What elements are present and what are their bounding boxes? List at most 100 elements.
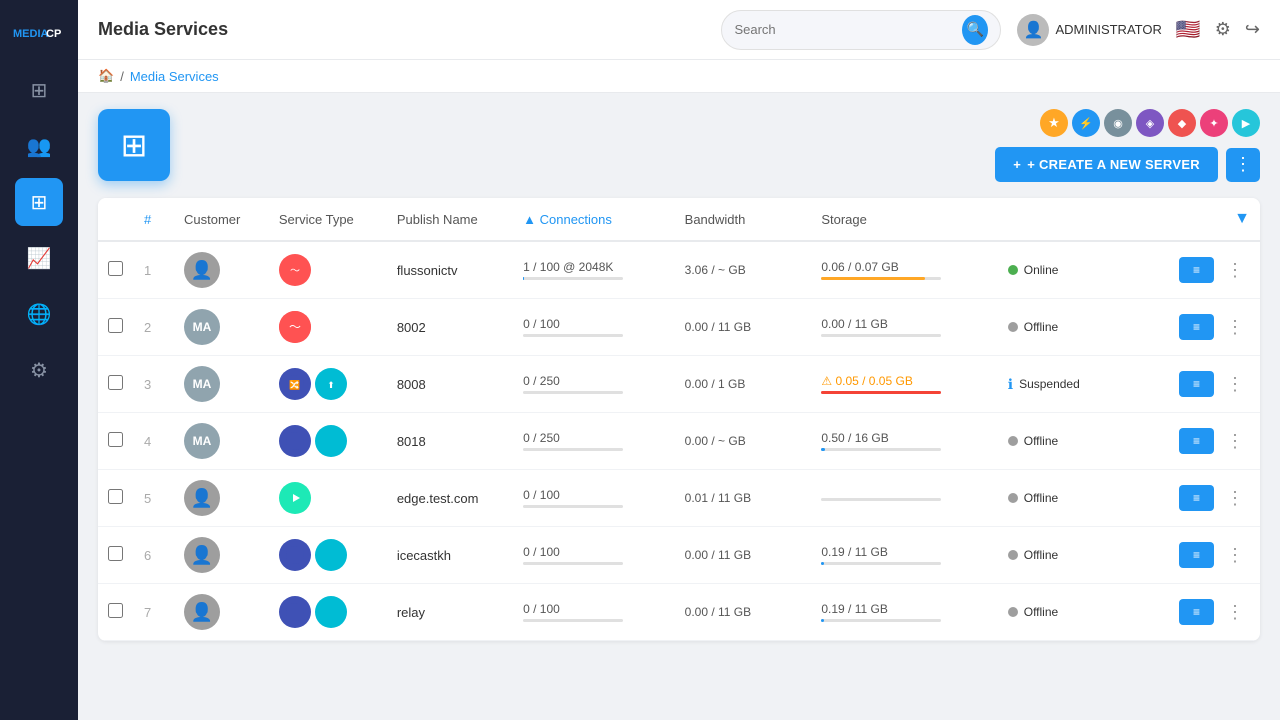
row-more-button[interactable]: ⋮ (1220, 541, 1250, 570)
search-button[interactable]: 🔍 (962, 15, 988, 45)
sidebar-item-dashboard[interactable]: ⊞ (15, 66, 63, 114)
svc-circle-7[interactable]: ▶ (1232, 109, 1260, 137)
waveform-badge: 〜 (279, 311, 311, 343)
app-logo[interactable]: MEDIA CP (13, 10, 65, 48)
row-actions: ≡ ⋮ (1147, 356, 1260, 413)
svc-circle-3[interactable]: ◉ (1104, 109, 1132, 137)
breadcrumb-home[interactable]: 🏠 (98, 68, 114, 84)
detail-button[interactable]: ≡ (1179, 428, 1214, 454)
row-bandwidth: 0.01 / 11 GB (675, 470, 812, 527)
search-input[interactable] (734, 22, 954, 37)
sidebar-item-analytics[interactable]: 📈 (15, 234, 63, 282)
row-customer: MA (174, 413, 269, 470)
row-customer: 👤 (174, 527, 269, 584)
storage-wrap: ⚠ 0.05 / 0.05 GB (821, 374, 987, 394)
row-checkbox-cell (98, 413, 134, 470)
svc-circle-2[interactable]: ⚡ (1072, 109, 1100, 137)
network-badge (279, 425, 311, 457)
detail-button[interactable]: ≡ (1179, 371, 1214, 397)
filter-icon[interactable]: ▼ (1234, 210, 1250, 227)
detail-button[interactable]: ≡ (1179, 485, 1214, 511)
status-text: Suspended (1019, 377, 1080, 391)
col-actions-header: ▼ (1147, 198, 1260, 241)
row-checkbox[interactable] (108, 261, 123, 276)
svc-circle-1[interactable]: ★ (1040, 109, 1068, 137)
row-customer: 👤 (174, 470, 269, 527)
row-publish-name: 8018 (387, 413, 513, 470)
row-checkbox[interactable] (108, 546, 123, 561)
row-status: Offline (998, 527, 1147, 584)
row-checkbox[interactable] (108, 375, 123, 390)
status-dot (1008, 493, 1018, 503)
row-checkbox[interactable] (108, 432, 123, 447)
row-num: 3 (134, 356, 174, 413)
row-bandwidth: 3.06 / ~ GB (675, 241, 812, 299)
customer-avatar: MA (184, 423, 220, 459)
svc-circle-4[interactable]: ◈ (1136, 109, 1164, 137)
col-bandwidth-header: Bandwidth (675, 198, 812, 241)
row-more-button[interactable]: ⋮ (1220, 256, 1250, 285)
row-bandwidth: 0.00 / ~ GB (675, 413, 812, 470)
settings-icon[interactable]: ⚙ (1215, 19, 1231, 40)
logout-icon[interactable]: ↪ (1245, 19, 1260, 40)
connections-bar: 0 / 100 (523, 602, 665, 622)
svc-circle-2-icon: ⚡ (1079, 117, 1093, 130)
row-connections: 0 / 100 (513, 299, 675, 356)
storage-wrap (821, 495, 987, 501)
detail-button[interactable]: ≡ (1179, 599, 1214, 625)
row-checkbox[interactable] (108, 318, 123, 333)
sidebar-item-media-services[interactable]: ⊞ (15, 178, 63, 226)
create-server-button[interactable]: + + CREATE A NEW SERVER (995, 147, 1218, 182)
topbar-actions: 👤 ADMINISTRATOR 🇺🇸 ⚙ ↪ (1017, 14, 1260, 46)
status-dot (1008, 550, 1018, 560)
svc-circle-6[interactable]: ✦ (1200, 109, 1228, 137)
row-checkbox[interactable] (108, 603, 123, 618)
sidebar-item-users[interactable]: 👥 (15, 122, 63, 170)
row-customer: MA (174, 299, 269, 356)
svc-circle-5[interactable]: ◆ (1168, 109, 1196, 137)
row-more-button[interactable]: ⋮ (1220, 484, 1250, 513)
row-actions: ≡ ⋮ (1147, 413, 1260, 470)
detail-button[interactable]: ≡ (1179, 257, 1214, 283)
row-checkbox[interactable] (108, 489, 123, 504)
service-icon: ⊞ (121, 126, 148, 164)
row-actions: ≡ ⋮ (1147, 527, 1260, 584)
status-badge: Offline (1008, 434, 1137, 448)
status-text: Offline (1024, 434, 1058, 448)
row-service-type (269, 584, 387, 641)
row-status: ℹ Suspended (998, 356, 1147, 413)
row-more-button[interactable]: ⋮ (1220, 427, 1250, 456)
col-actions: ≡ ⋮ (1157, 313, 1250, 342)
storage-text: 0.19 / 11 GB (821, 602, 987, 616)
admin-area[interactable]: 👤 ADMINISTRATOR (1017, 14, 1161, 46)
table-row: 2 MA 〜 8002 (98, 299, 1260, 356)
status-dot (1008, 265, 1018, 275)
storage-text: 0.00 / 11 GB (821, 317, 987, 331)
row-publish-name: 8002 (387, 299, 513, 356)
customer-avatar: MA (184, 309, 220, 345)
row-more-button[interactable]: ⋮ (1220, 313, 1250, 342)
row-service-type: 🔀 ⬆ (269, 356, 387, 413)
col-num-header: # (134, 198, 174, 241)
customer-avatar-icon: 👤 (191, 545, 213, 566)
row-connections: 0 / 100 (513, 584, 675, 641)
sidebar-item-settings[interactable]: ⚙ (15, 346, 63, 394)
search-box[interactable]: 🔍 (721, 10, 1001, 50)
row-more-button[interactable]: ⋮ (1220, 370, 1250, 399)
detail-button[interactable]: ≡ (1179, 314, 1214, 340)
conn-text: 0 / 100 (523, 545, 665, 559)
col-connections-header[interactable]: ▲ Connections (513, 198, 675, 241)
row-publish-name: flussonictv (387, 241, 513, 299)
row-status: Offline (998, 413, 1147, 470)
detail-button[interactable]: ≡ (1179, 542, 1214, 568)
storage-wrap: 0.50 / 16 GB (821, 431, 987, 451)
svc-circle-5-icon: ◆ (1178, 117, 1186, 130)
sidebar-item-globe[interactable]: 🌐 (15, 290, 63, 338)
topbar: Media Services 🔍 👤 ADMINISTRATOR 🇺🇸 ⚙ ↪ (78, 0, 1280, 60)
svg-text:CP: CP (46, 28, 61, 40)
language-flag[interactable]: 🇺🇸 (1176, 17, 1201, 42)
page-title: Media Services (98, 19, 705, 40)
more-options-button[interactable]: ⋮ (1226, 148, 1260, 182)
service-type-icons: 🔀 ⬆ (279, 368, 377, 400)
row-more-button[interactable]: ⋮ (1220, 598, 1250, 627)
